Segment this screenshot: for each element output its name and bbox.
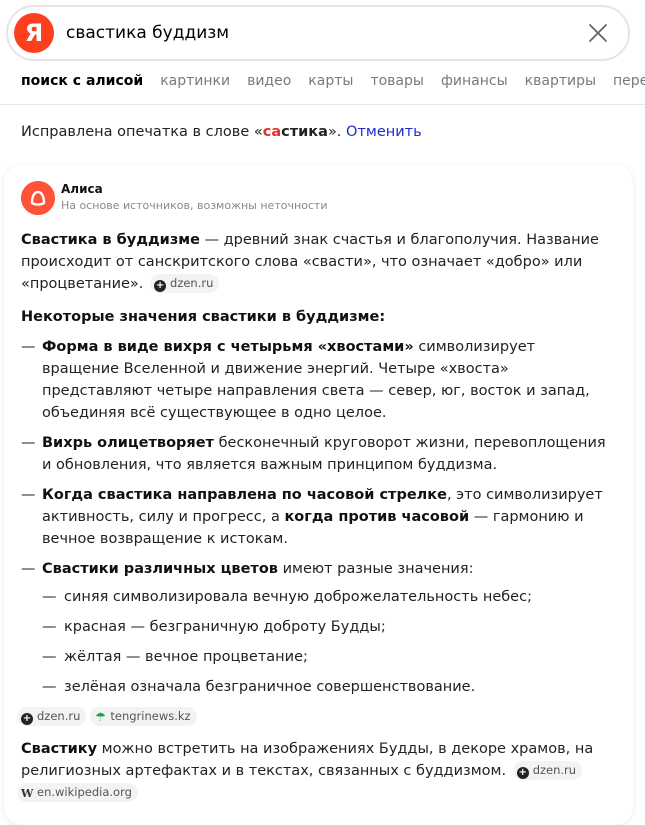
search-input[interactable] (66, 17, 566, 49)
alice-avatar (21, 181, 55, 215)
sublist-item: — зелёная означала безграничное совершенс… (42, 679, 476, 695)
tengrinews-icon: ☂ (94, 710, 106, 724)
alice-disclaimer: На основе источников, возможны неточност… (61, 199, 328, 212)
source-chip[interactable]: Wen.wikipedia.org (17, 783, 138, 802)
tab-alice-search[interactable]: поиск с алисой (21, 73, 143, 89)
search-bar: Я (6, 5, 630, 61)
list-item: — Свастики различных цветов имеют разные … (21, 558, 616, 698)
tab-goods[interactable]: товары (370, 73, 424, 89)
answer-outro: Свастику можно встретить на изображениях… (17, 738, 616, 804)
tab-finance[interactable]: финансы (441, 73, 508, 89)
source-chip[interactable]: + dzen.ru (512, 761, 583, 780)
corrected-word: састика (262, 124, 328, 140)
dzen-icon: + (21, 713, 33, 725)
tabs-divider (0, 104, 645, 105)
correction-text: Исправлена опечатка в слове « (21, 124, 263, 140)
tab-apartments[interactable]: квартиры (525, 73, 596, 89)
wikipedia-icon: W (21, 787, 34, 800)
tab-translate[interactable]: перево (613, 73, 645, 89)
list-item: — Когда свастика направлена по часовой ст… (21, 487, 603, 547)
close-icon[interactable] (586, 21, 610, 45)
tab-images[interactable]: картинки (160, 73, 230, 89)
sublist-item: — синяя символизировала вечную доброжелат… (42, 589, 532, 605)
answer-intro: Свастика в буддизме — древний знак счаст… (21, 232, 599, 293)
source-chip[interactable]: + dzen.ru (150, 274, 220, 293)
undo-correction-link[interactable]: Отменить (346, 124, 422, 140)
dzen-icon: + (516, 767, 529, 779)
correction-suffix: ». (327, 124, 347, 140)
answer-heading: Некоторые значения свастики в буддизме: (21, 309, 386, 325)
alice-answer-card: Алиса На основе источников, возможны нет… (4, 165, 633, 825)
meanings-list: — Форма в виде вихря с четырьмя «хвостами… (21, 336, 616, 698)
dzen-icon: + (154, 280, 167, 292)
list-item: — Форма в виде вихря с четырьмя «хвостами… (21, 339, 590, 421)
source-chip[interactable]: ☂ tengrinews.kz (90, 707, 197, 726)
sublist-item: — красная — безграничную доброту Будды; (42, 619, 386, 635)
source-chip[interactable]: + dzen.ru (17, 707, 87, 726)
sources-row: + dzen.ru ☂ tengrinews.kz (17, 706, 616, 728)
tab-maps[interactable]: карты (308, 73, 353, 89)
sublist-item: — жёлтая — вечное процветание; (42, 649, 308, 665)
list-item: — Вихрь олицетворяет бесконечный круговор… (21, 435, 606, 473)
typo-correction: Исправлена опечатка в слове «састика». О… (21, 124, 422, 140)
yandex-logo[interactable]: Я (14, 13, 54, 53)
alice-name: Алиса (61, 182, 103, 196)
search-tabs: поиск с алисой картинки видео карты товары фи… (21, 73, 645, 89)
tab-video[interactable]: видео (247, 73, 291, 89)
colors-sublist: — синяя символизировала вечную доброжелат… (42, 586, 616, 698)
answer-content: Свастика в буддизме — древний знак счаст… (17, 229, 616, 804)
